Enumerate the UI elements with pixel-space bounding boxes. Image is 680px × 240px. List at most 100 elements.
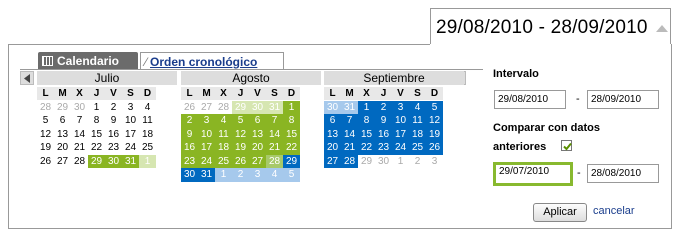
- day-cell[interactable]: 28: [37, 101, 54, 115]
- day-cell[interactable]: 3: [122, 101, 139, 115]
- day-cell[interactable]: 22: [88, 141, 105, 155]
- day-cell[interactable]: 19: [232, 141, 249, 155]
- compare-checkbox[interactable]: [561, 140, 572, 151]
- day-cell[interactable]: 3: [249, 168, 266, 182]
- prev-month-button[interactable]: [20, 71, 34, 85]
- day-cell[interactable]: 30: [71, 101, 88, 115]
- day-cell[interactable]: 5: [283, 168, 300, 182]
- day-cell[interactable]: 24: [122, 141, 139, 155]
- day-cell[interactable]: 28: [71, 155, 88, 169]
- day-cell[interactable]: 26: [232, 154, 249, 168]
- day-cell[interactable]: 7: [266, 114, 283, 128]
- day-cell[interactable]: 10: [198, 127, 215, 141]
- day-cell[interactable]: 19: [426, 127, 443, 141]
- day-cell[interactable]: 5: [37, 114, 54, 128]
- day-cell[interactable]: 18: [409, 127, 426, 141]
- day-cell[interactable]: 3: [392, 100, 409, 114]
- range-toggle-button[interactable]: [653, 8, 671, 46]
- day-cell[interactable]: 2: [232, 168, 249, 182]
- day-cell[interactable]: 21: [266, 141, 283, 155]
- day-cell[interactable]: 8: [88, 114, 105, 128]
- day-cell[interactable]: 1: [392, 155, 409, 169]
- day-cell[interactable]: 1: [88, 101, 105, 115]
- date-range-display[interactable]: 29/08/2010 - 28/09/2010: [430, 8, 653, 46]
- day-cell[interactable]: 1: [215, 168, 232, 182]
- day-cell[interactable]: 29: [358, 155, 375, 169]
- day-cell[interactable]: 26: [181, 101, 198, 115]
- day-cell[interactable]: 11: [215, 127, 232, 141]
- day-cell[interactable]: 26: [426, 141, 443, 155]
- day-cell[interactable]: 16: [181, 141, 198, 155]
- day-cell[interactable]: 31: [266, 100, 283, 114]
- interval-end-input[interactable]: 28/09/2010: [587, 90, 659, 109]
- day-cell[interactable]: 6: [324, 114, 341, 128]
- day-cell[interactable]: 9: [105, 114, 122, 128]
- day-cell[interactable]: 31: [198, 168, 215, 182]
- day-cell[interactable]: 13: [249, 127, 266, 141]
- day-cell[interactable]: 2: [375, 100, 392, 114]
- day-cell[interactable]: 27: [324, 154, 341, 168]
- day-cell[interactable]: 30: [324, 100, 341, 114]
- day-cell[interactable]: 12: [37, 128, 54, 142]
- day-cell[interactable]: 26: [37, 155, 54, 169]
- day-cell[interactable]: 1: [283, 100, 300, 114]
- day-cell[interactable]: 11: [409, 114, 426, 128]
- day-cell[interactable]: 30: [375, 155, 392, 169]
- day-cell[interactable]: 20: [324, 141, 341, 155]
- compare-end-input[interactable]: 28/08/2010: [587, 164, 659, 183]
- day-cell[interactable]: 13: [54, 128, 71, 142]
- day-cell[interactable]: 5: [426, 100, 443, 114]
- tab-calendar[interactable]: Calendario: [38, 52, 138, 70]
- day-cell[interactable]: 27: [198, 101, 215, 115]
- day-cell[interactable]: 23: [181, 154, 198, 168]
- day-cell[interactable]: 7: [341, 114, 358, 128]
- day-cell[interactable]: 20: [249, 141, 266, 155]
- day-cell[interactable]: 17: [122, 128, 139, 142]
- day-cell[interactable]: 27: [54, 155, 71, 169]
- tab-chronological[interactable]: ⁄ Orden cronológico: [140, 52, 284, 70]
- apply-button[interactable]: Aplicar: [533, 203, 587, 222]
- day-cell[interactable]: 8: [358, 114, 375, 128]
- day-cell[interactable]: 4: [139, 101, 156, 115]
- day-cell[interactable]: 24: [198, 154, 215, 168]
- day-cell[interactable]: 6: [54, 114, 71, 128]
- day-cell[interactable]: 9: [375, 114, 392, 128]
- day-cell[interactable]: 4: [266, 168, 283, 182]
- day-cell[interactable]: 29: [283, 154, 300, 168]
- day-cell[interactable]: 28: [266, 154, 283, 168]
- day-cell[interactable]: 4: [215, 114, 232, 128]
- day-cell[interactable]: 25: [139, 141, 156, 155]
- day-cell[interactable]: 30: [105, 154, 122, 168]
- day-cell[interactable]: 21: [341, 141, 358, 155]
- day-cell[interactable]: 29: [232, 100, 249, 114]
- day-cell[interactable]: 30: [181, 168, 198, 182]
- day-cell[interactable]: 24: [392, 141, 409, 155]
- day-cell[interactable]: 7: [71, 114, 88, 128]
- day-cell[interactable]: 25: [409, 141, 426, 155]
- day-cell[interactable]: 23: [105, 141, 122, 155]
- day-cell[interactable]: 14: [341, 127, 358, 141]
- day-cell[interactable]: 2: [105, 101, 122, 115]
- interval-start-input[interactable]: 29/08/2010: [494, 90, 566, 109]
- day-cell[interactable]: 31: [122, 154, 139, 168]
- day-cell[interactable]: 10: [122, 114, 139, 128]
- compare-start-input[interactable]: 29/07/2010: [493, 162, 573, 186]
- day-cell[interactable]: 29: [54, 101, 71, 115]
- day-cell[interactable]: 20: [54, 141, 71, 155]
- day-cell[interactable]: 17: [392, 127, 409, 141]
- day-cell[interactable]: 19: [37, 141, 54, 155]
- day-cell[interactable]: 25: [215, 154, 232, 168]
- day-cell[interactable]: 18: [139, 128, 156, 142]
- day-cell[interactable]: 13: [324, 127, 341, 141]
- day-cell[interactable]: 5: [232, 114, 249, 128]
- day-cell[interactable]: 12: [232, 127, 249, 141]
- day-cell[interactable]: 21: [71, 141, 88, 155]
- day-cell[interactable]: 27: [249, 154, 266, 168]
- day-cell[interactable]: 18: [215, 141, 232, 155]
- day-cell[interactable]: 11: [139, 114, 156, 128]
- day-cell[interactable]: 16: [105, 128, 122, 142]
- day-cell[interactable]: 8: [283, 114, 300, 128]
- day-cell[interactable]: 14: [266, 127, 283, 141]
- day-cell[interactable]: 22: [283, 141, 300, 155]
- day-cell[interactable]: 31: [341, 100, 358, 114]
